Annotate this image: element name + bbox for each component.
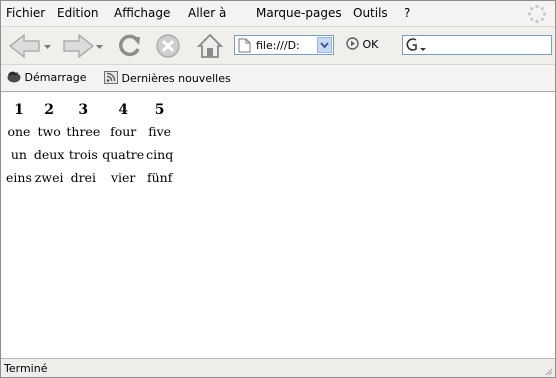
go-button[interactable]: OK — [346, 37, 378, 51]
navigation-toolbar: file:///D: OK — [1, 27, 555, 65]
header-cell: 1 — [14, 102, 24, 118]
table-cell: drei — [70, 170, 96, 185]
document-icon — [238, 38, 251, 53]
back-arrow-icon — [9, 33, 40, 59]
table-cell: three — [66, 124, 101, 139]
bookmarks-toolbar: Démarrage Dernières nouvelles — [1, 65, 555, 92]
header-cell: 3 — [78, 102, 89, 118]
throbber-icon — [527, 4, 547, 24]
table-cell: fünf — [146, 170, 173, 185]
bookmark-dernieres-nouvelles-label: Dernières nouvelles — [121, 72, 231, 85]
status-text: Terminé — [4, 362, 48, 375]
header-cell: 4 — [118, 102, 129, 118]
url-bar[interactable]: file:///D: — [234, 35, 334, 55]
table-cell: four — [110, 124, 137, 139]
url-dropdown-button[interactable] — [317, 37, 332, 53]
table-cell: quatre — [102, 147, 145, 162]
table-row: one two three four five — [5, 120, 174, 143]
resize-grip-icon[interactable] — [543, 366, 553, 376]
table-cell: five — [148, 124, 172, 139]
header-cell: 5 — [154, 102, 165, 118]
go-label: OK — [362, 38, 379, 51]
home-icon[interactable] — [196, 31, 224, 61]
menu-help[interactable]: ? — [404, 6, 410, 20]
rss-feed-icon — [104, 71, 118, 84]
menu-marque-pages[interactable]: Marque-pages — [256, 6, 342, 20]
google-search-engine-icon[interactable] — [405, 36, 429, 54]
menu-bar: Fichier Edition Affichage Aller à Marque… — [1, 1, 555, 27]
menu-affichage[interactable]: Affichage — [114, 6, 170, 20]
table-cell: one — [7, 124, 31, 139]
menu-aller-a[interactable]: Aller à — [188, 6, 226, 20]
chevron-down-icon — [320, 42, 329, 49]
table-header-row: 1 2 3 4 5 — [5, 98, 174, 120]
bookmark-dernieres-nouvelles[interactable]: Dernières nouvelles — [104, 71, 231, 85]
bookmark-demarrage[interactable]: Démarrage — [7, 71, 87, 84]
bookmark-demarrage-label: Démarrage — [24, 71, 87, 84]
menu-outils[interactable]: Outils — [353, 6, 388, 20]
browser-window: Fichier Edition Affichage Aller à Marque… — [0, 0, 556, 378]
table-cell: eins — [6, 170, 32, 185]
menu-fichier[interactable]: Fichier — [6, 6, 45, 20]
url-text[interactable]: file:///D: — [256, 39, 300, 52]
forward-arrow-icon — [63, 33, 94, 59]
number-words-table: 1 2 3 4 5 one two three four five un deu — [5, 98, 174, 189]
table-cell: two — [37, 124, 61, 139]
stop-icon[interactable] — [154, 31, 182, 61]
table-cell: vier — [110, 170, 136, 185]
page-content: 1 2 3 4 5 one two three four five un deu — [1, 92, 555, 358]
menu-edition[interactable]: Edition — [57, 6, 99, 20]
table-cell: deux — [33, 147, 65, 162]
status-bar: Terminé — [1, 358, 555, 377]
table-cell: un — [10, 147, 27, 162]
back-button[interactable] — [7, 31, 53, 61]
forward-button[interactable] — [59, 31, 105, 61]
table-cell: trois — [68, 147, 98, 162]
header-cell: 2 — [44, 102, 54, 118]
search-box[interactable] — [402, 35, 552, 55]
reload-icon[interactable] — [114, 31, 144, 61]
table-row: un deux trois quatre cinq — [5, 143, 174, 166]
firefox-icon — [7, 71, 21, 83]
table-cell: cinq — [146, 147, 174, 162]
table-row: eins zwei drei vier fünf — [5, 166, 174, 189]
go-icon — [346, 37, 359, 50]
table-cell: zwei — [34, 170, 64, 185]
search-input[interactable] — [429, 37, 547, 52]
